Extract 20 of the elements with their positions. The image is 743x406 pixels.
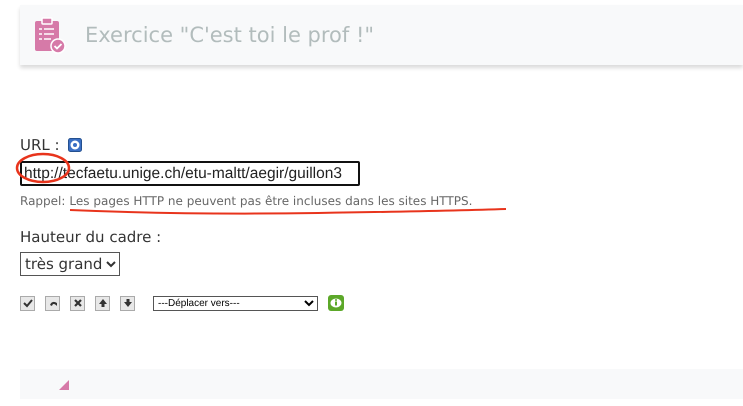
up-arrow-icon [98,298,108,308]
down-arrow-icon [122,298,132,308]
help-icon[interactable] [68,138,82,152]
up-button[interactable] [95,296,110,310]
delete-button[interactable] [70,296,85,310]
check-button[interactable] [20,296,35,310]
frame-height-select[interactable]: très grand [20,252,120,276]
frame-height-label: Hauteur du cadre : [20,228,162,246]
page-title: Exercice "C'est toi le prof !" [85,23,374,47]
down-button[interactable] [120,296,135,310]
url-label: URL : [20,136,60,154]
reminder-label: Rappel: [20,194,66,208]
info-icon[interactable] [328,295,344,311]
clipboard-icon [34,16,66,54]
reminder-text: Les pages HTTP ne peuvent pas être incluses dans les sites HTTPS. [69,194,472,208]
x-icon [72,298,82,308]
triangle-icon [59,378,71,390]
move-to-select[interactable]: ---Déplacer vers--- [153,296,318,310]
undo-button[interactable] [45,296,60,310]
check-icon [22,298,32,308]
